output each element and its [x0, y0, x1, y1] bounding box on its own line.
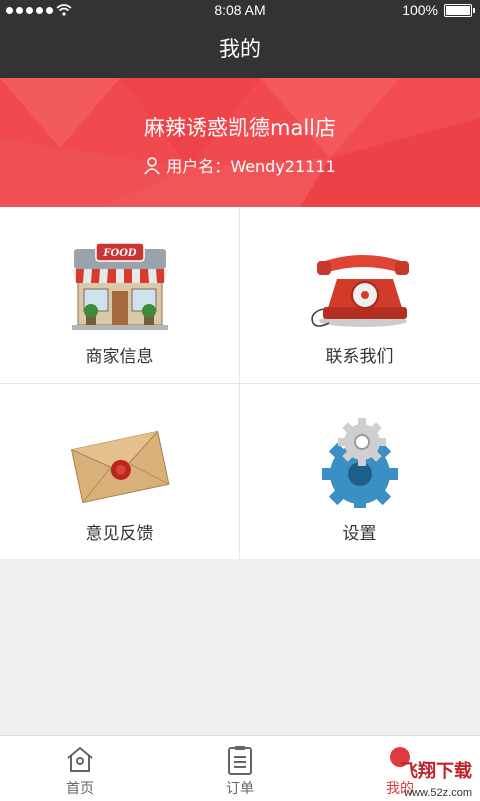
- watermark-logo: 飞翔下载: [400, 761, 472, 782]
- bottom-tab-bar: 首页 订单 我的 飞翔下载 www.52z.com: [0, 735, 480, 801]
- battery-percent: 100%: [402, 2, 438, 18]
- menu-item-contact-us[interactable]: 联系我们: [240, 207, 479, 382]
- battery-icon: [444, 4, 475, 17]
- user-icon: [144, 157, 160, 175]
- menu-item-feedback[interactable]: 意见反馈: [0, 384, 239, 559]
- menu-label-feedback: 意见反馈: [85, 524, 154, 544]
- tab-label-orders: 订单: [226, 781, 254, 797]
- status-bar: 8:08 AM 100%: [0, 0, 480, 20]
- tab-orders[interactable]: 订单: [160, 736, 320, 801]
- gears-icon: [321, 418, 398, 508]
- envelope-icon: [70, 430, 169, 504]
- menu-label-contact-us: 联系我们: [325, 347, 394, 367]
- page-title: 我的: [0, 20, 480, 78]
- menu-grid: FOOD 商家信息 联系我们 意见反馈 设置: [0, 207, 480, 559]
- store-name: 麻辣诱惑凯德mall店: [144, 116, 336, 140]
- storefront-icon: FOOD: [71, 242, 168, 330]
- tab-label-home: 首页: [66, 781, 94, 797]
- banner-pattern: [0, 78, 480, 207]
- watermark-url: www.52z.com: [404, 787, 472, 799]
- telephone-icon: [310, 255, 409, 327]
- home-icon: [67, 746, 93, 772]
- menu-item-merchant-info[interactable]: FOOD 商家信息: [0, 207, 239, 382]
- menu-item-settings[interactable]: 设置: [240, 384, 479, 559]
- order-list-icon: [228, 746, 252, 775]
- menu-label-merchant-info: 商家信息: [85, 347, 154, 367]
- username-row: 用户名：Wendy21111: [0, 153, 480, 177]
- storefront-sign-text: FOOD: [102, 248, 137, 259]
- username-label: 用户名：: [166, 157, 231, 176]
- menu-label-settings: 设置: [342, 524, 377, 544]
- username-value: Wendy21111: [230, 157, 336, 176]
- profile-banner: 麻辣诱惑凯德mall店 用户名：Wendy21111: [0, 78, 480, 207]
- tab-home[interactable]: 首页: [0, 736, 160, 801]
